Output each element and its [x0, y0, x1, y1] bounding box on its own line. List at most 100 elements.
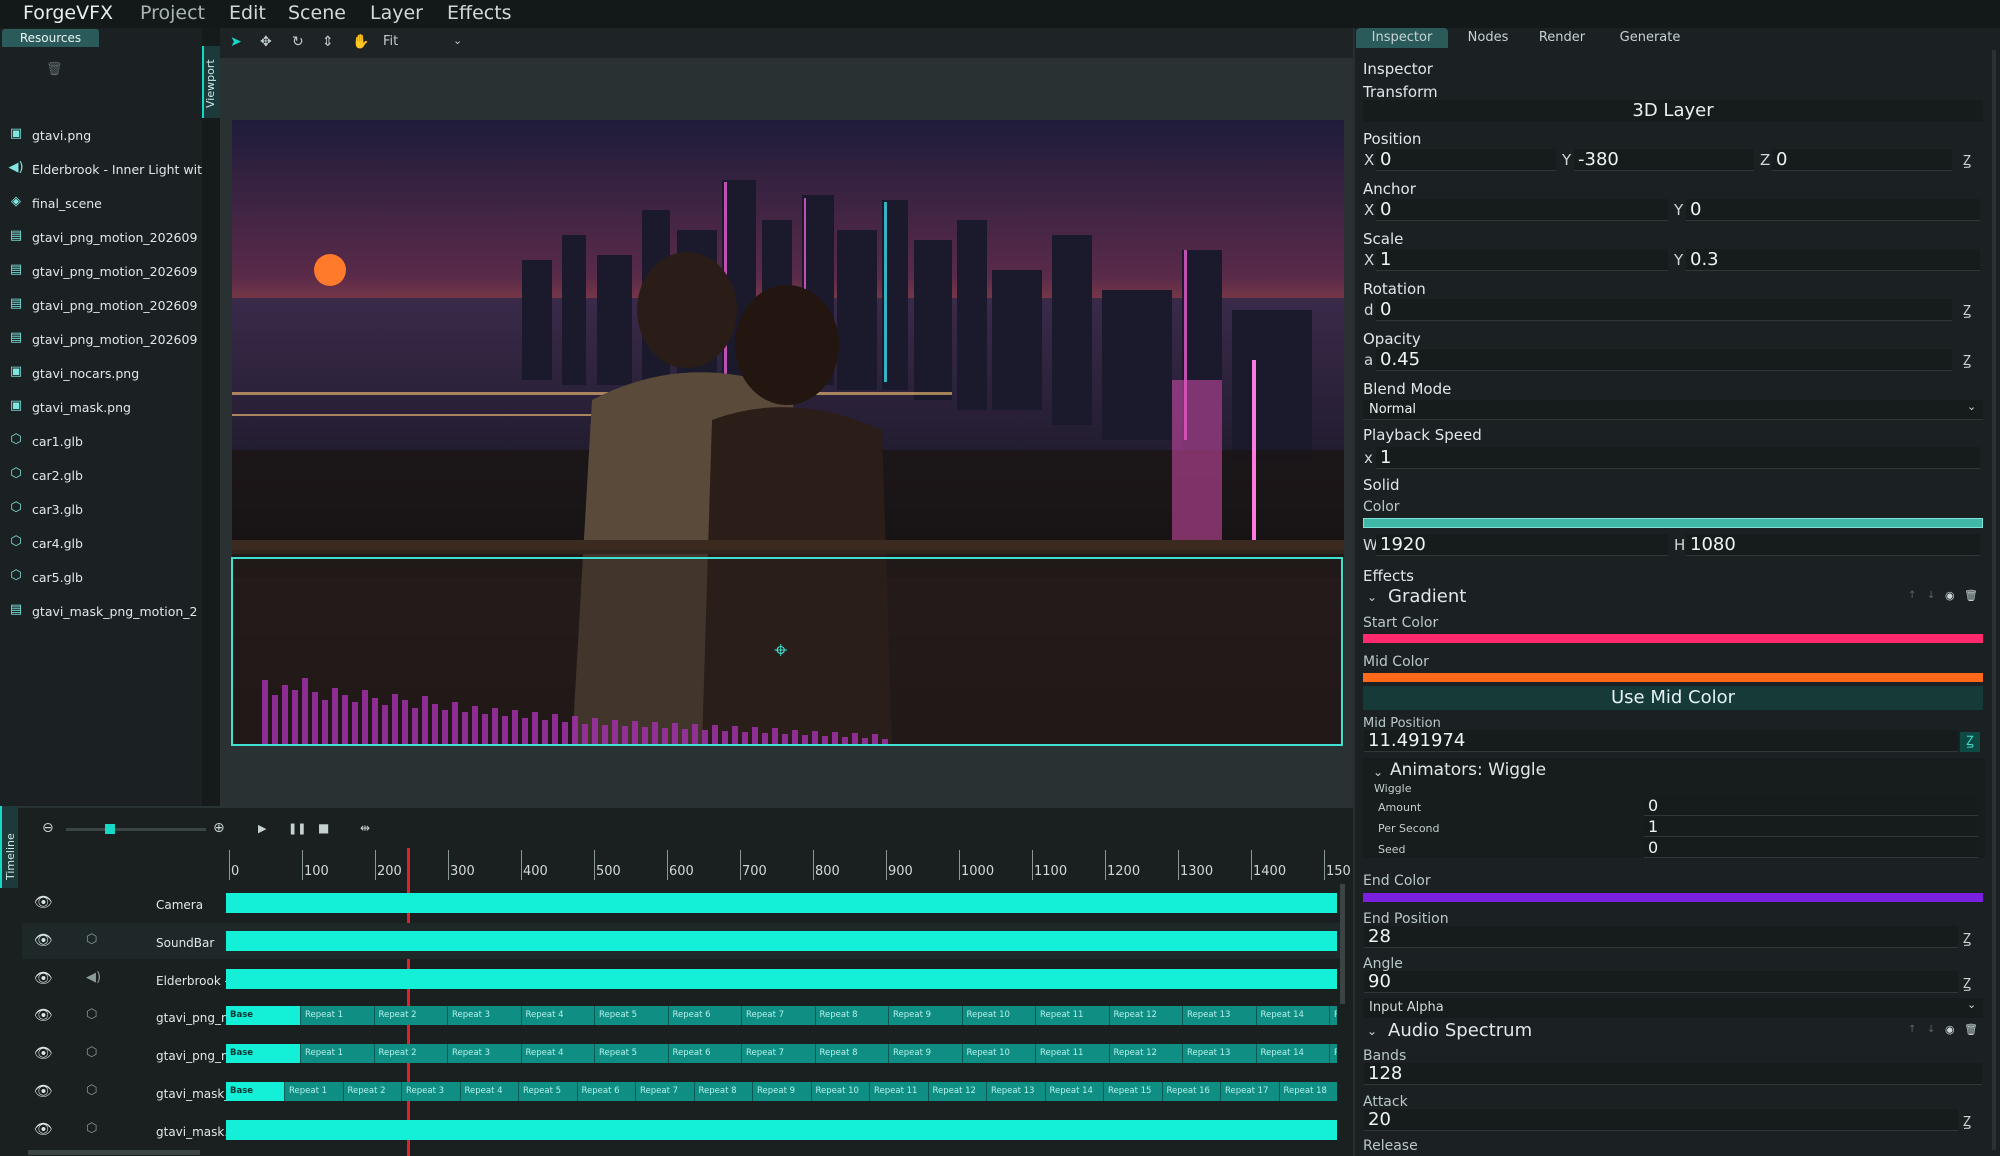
clip-repeat[interactable]: Repeat 12: [1108, 1006, 1182, 1025]
select-tool-icon[interactable]: ➤: [230, 34, 242, 50]
clip-repeat[interactable]: Repeat 10: [961, 1006, 1035, 1025]
delete-icon[interactable]: 🗑: [1964, 1023, 1978, 1036]
position-y-field[interactable]: -380: [1574, 149, 1754, 171]
solid-color-swatch[interactable]: [1363, 518, 1983, 528]
timeline-zoom-slider[interactable]: [66, 824, 206, 834]
menu-project[interactable]: Project: [140, 2, 205, 24]
solid-height-field[interactable]: 1080: [1686, 534, 1980, 556]
position-x-field[interactable]: 0: [1376, 149, 1556, 171]
eye-icon[interactable]: ◉: [1945, 589, 1955, 602]
clip-repeat[interactable]: Repeat 17: [1220, 1082, 1279, 1101]
timeline-h-scrollbar[interactable]: [28, 1150, 200, 1155]
track-clip[interactable]: [226, 1120, 1337, 1140]
zoom-select[interactable]: Fit: [383, 34, 398, 49]
chevron-down-icon[interactable]: ⌄: [1367, 590, 1377, 604]
clip-repeat[interactable]: Repeat 14: [1255, 1006, 1329, 1025]
anchor-y-field[interactable]: 0: [1686, 199, 1980, 221]
clip-repeat[interactable]: Repeat 6: [667, 1044, 741, 1063]
resource-item[interactable]: ⬡ car3.glb: [0, 498, 202, 524]
menu-scene[interactable]: Scene: [288, 2, 346, 24]
wiggle-per-second-field[interactable]: 1: [1644, 817, 1978, 837]
resource-item[interactable]: ▣ gtavi.png: [0, 124, 202, 150]
input-alpha-select[interactable]: Input Alpha: [1363, 998, 1983, 1018]
clip-repeat[interactable]: Repeat 5: [594, 1044, 668, 1063]
track-clip[interactable]: [226, 931, 1337, 951]
chevron-down-icon[interactable]: ⌄: [453, 34, 462, 47]
scale-tool-icon[interactable]: ⇕: [322, 34, 334, 50]
clip-repeat[interactable]: Repeat 2: [373, 1044, 447, 1063]
use-mid-color-toggle[interactable]: Use Mid Color: [1363, 686, 1983, 710]
tab-nodes[interactable]: Nodes: [1458, 28, 1518, 48]
clip-repeat[interactable]: Repeat 5: [518, 1082, 577, 1101]
eye-icon[interactable]: 👁: [34, 1006, 53, 1024]
keyframe-icon[interactable]: Ꙁ: [1963, 151, 1971, 170]
track-clip[interactable]: [226, 893, 1337, 913]
start-color-swatch[interactable]: [1363, 634, 1983, 643]
scale-y-field[interactable]: 0.3: [1686, 249, 1980, 271]
chevron-down-icon[interactable]: ⌄: [1373, 765, 1383, 779]
hand-tool-icon[interactable]: ✋: [352, 34, 369, 50]
tab-timeline[interactable]: Timeline: [0, 806, 18, 888]
mid-color-swatch[interactable]: [1363, 673, 1983, 682]
chevron-down-icon[interactable]: ⌄: [1967, 998, 1976, 1011]
attack-field[interactable]: 20: [1364, 1109, 1958, 1131]
clip-base[interactable]: Base: [226, 1006, 300, 1025]
clip-repeat[interactable]: Repeat 9: [752, 1082, 811, 1101]
resource-item[interactable]: ▤ gtavi_png_motion_202609: [0, 294, 202, 320]
clip-repeat[interactable]: Repeat 1: [300, 1006, 374, 1025]
clip-repeat[interactable]: Repeat 12: [1108, 1044, 1182, 1063]
clip-repeat[interactable]: Repeat 4: [520, 1006, 594, 1025]
delete-icon[interactable]: 🗑: [1964, 589, 1978, 602]
zoom-out-icon[interactable]: ⊖: [42, 820, 54, 836]
menu-effects[interactable]: Effects: [447, 2, 512, 24]
keyframe-icon[interactable]: Ꙁ: [1963, 351, 1971, 370]
mid-position-field[interactable]: 11.491974: [1364, 730, 1958, 752]
clip-base[interactable]: Base: [226, 1044, 300, 1063]
chevron-down-icon[interactable]: ⌄: [1967, 400, 1976, 413]
menu-layer[interactable]: Layer: [370, 2, 423, 24]
clip-repeat[interactable]: Repeat 9: [888, 1006, 962, 1025]
tab-viewport[interactable]: Viewport: [202, 46, 220, 118]
opacity-field[interactable]: 0.45: [1376, 349, 1952, 371]
tab-generate[interactable]: Generate: [1608, 28, 1692, 48]
clip-repeat[interactable]: Repeat 8: [814, 1044, 888, 1063]
move-up-icon[interactable]: ↑: [1908, 1024, 1916, 1035]
playback-speed-field[interactable]: 1: [1376, 447, 1980, 469]
timeline-scrollbar[interactable]: [1340, 884, 1345, 1004]
move-tool-icon[interactable]: ✥: [260, 34, 272, 50]
move-up-icon[interactable]: ↑: [1908, 590, 1916, 601]
eye-icon[interactable]: 👁: [34, 969, 53, 987]
clip-repeat[interactable]: Repeat 18: [1278, 1082, 1337, 1101]
snap-icon[interactable]: ⇹: [360, 821, 370, 835]
clip-repeat[interactable]: Repeat 15: [1103, 1082, 1162, 1101]
wiggle-amount-field[interactable]: 0: [1644, 796, 1978, 816]
clip-repeat[interactable]: Repeat 10: [961, 1044, 1035, 1063]
resource-item[interactable]: ▣ gtavi_nocars.png: [0, 362, 202, 388]
solid-width-field[interactable]: 1920: [1376, 534, 1668, 556]
blend-mode-select[interactable]: Normal: [1363, 400, 1983, 420]
resource-item[interactable]: ▤ gtavi_mask_png_motion_2: [0, 600, 202, 626]
clip-repeat[interactable]: Repeat 13: [986, 1082, 1045, 1101]
clip-repeat[interactable]: Repeat 3: [447, 1006, 521, 1025]
clip-repeat[interactable]: Repeat 2: [373, 1006, 447, 1025]
clip-repeat[interactable]: Repeat 14: [1044, 1082, 1103, 1101]
clip-repeat[interactable]: Repeat 14: [1255, 1044, 1329, 1063]
play-icon[interactable]: ▶: [258, 822, 266, 835]
resource-item[interactable]: ▣ gtavi_mask.png: [0, 396, 202, 422]
clip-repeat[interactable]: Repeat 8: [693, 1082, 752, 1101]
tab-inspector[interactable]: Inspector: [1356, 28, 1448, 48]
resource-item[interactable]: ⬡ car1.glb: [0, 430, 202, 456]
clip-repeat[interactable]: Repeat 13: [1182, 1044, 1256, 1063]
inspector-scrollbar[interactable]: [1992, 50, 1996, 1150]
clip-repeat[interactable]: Repeat 7: [635, 1082, 694, 1101]
end-color-swatch[interactable]: [1363, 893, 1983, 902]
clip-repeat[interactable]: Repeat 16: [1161, 1082, 1220, 1101]
eye-icon[interactable]: 👁: [34, 1120, 53, 1138]
clip-repeat[interactable]: Repeat 1: [284, 1082, 343, 1101]
clip-repeat[interactable]: Repeat 10: [810, 1082, 869, 1101]
clip-repeat[interactable]: Repeat 8: [814, 1006, 888, 1025]
clip-repeat[interactable]: R: [1329, 1044, 1337, 1063]
clip-base[interactable]: Base: [226, 1082, 284, 1101]
position-z-field[interactable]: 0: [1772, 149, 1952, 171]
clip-repeat[interactable]: Repeat 6: [576, 1082, 635, 1101]
